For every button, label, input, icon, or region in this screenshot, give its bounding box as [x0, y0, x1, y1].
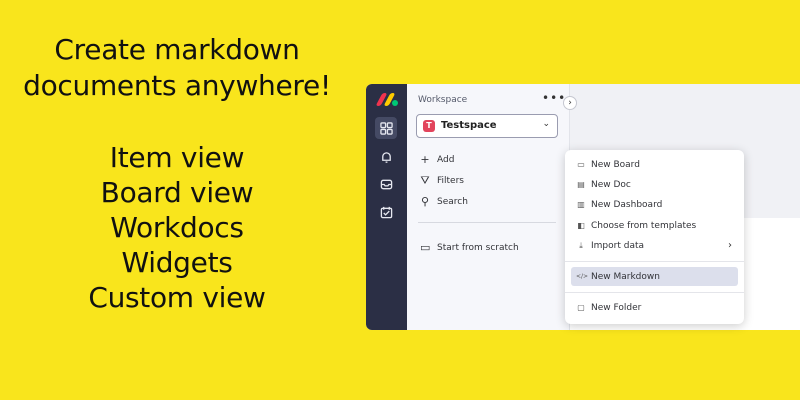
import-icon: ⤓	[579, 240, 583, 250]
feature-item: Item view	[109, 141, 245, 174]
board-icon: ▭	[577, 160, 585, 169]
add-menu: ▭ New Board ▤ New Doc ▥ New Dashboard ◧ …	[565, 150, 744, 324]
workspace-badge: T	[423, 120, 435, 132]
add-button[interactable]: + Add	[420, 153, 454, 166]
start-label: Start from scratch	[437, 242, 519, 253]
search-icon: ⚲	[420, 195, 430, 208]
menu-divider	[565, 292, 744, 293]
bell-icon[interactable]	[375, 146, 397, 168]
menu-item-label: New Folder	[591, 302, 642, 313]
menu-item-new-board[interactable]: ▭ New Board	[571, 155, 738, 174]
menu-item-new-doc[interactable]: ▤ New Doc	[571, 175, 738, 194]
headline-line-1: Create markdown	[54, 33, 300, 66]
divider	[418, 222, 556, 223]
menu-item-templates[interactable]: ◧ Choose from templates	[571, 216, 738, 235]
workspace-selector[interactable]: T Testspace ⌄	[416, 114, 558, 138]
monday-logo[interactable]	[375, 92, 398, 106]
dashboard-icon: ▥	[577, 200, 585, 209]
board-icon: ▭	[420, 241, 431, 254]
search-button[interactable]: ⚲ Search	[420, 195, 468, 208]
menu-item-import-data[interactable]: ⤓ Import data ›	[571, 236, 738, 255]
template-icon: ◧	[577, 221, 585, 230]
menu-item-label: Import data	[591, 240, 645, 251]
inbox-icon[interactable]	[375, 173, 397, 195]
menu-item-label: New Board	[591, 159, 640, 170]
add-label: Add	[437, 154, 455, 165]
menu-item-label: New Markdown	[591, 271, 660, 282]
workspace-panel: Workspace ••• T Testspace ⌄ + Add ⛛ Filt…	[407, 84, 570, 330]
feature-item: Workdocs	[110, 211, 244, 244]
code-icon: </>	[576, 273, 589, 280]
chevron-right-icon: ›	[728, 240, 732, 251]
menu-item-new-dashboard[interactable]: ▥ New Dashboard	[571, 195, 738, 214]
grid-icon[interactable]	[375, 117, 397, 139]
promo-text: Create markdown documents anywhere! Item…	[0, 32, 354, 315]
headline-line-2: documents anywhere!	[23, 69, 331, 102]
feature-item: Custom view	[88, 281, 266, 314]
plus-icon: +	[420, 153, 430, 166]
chevron-down-icon: ⌄	[542, 119, 550, 129]
menu-item-label: New Doc	[591, 179, 631, 190]
feature-item: Board view	[100, 176, 254, 209]
filters-button[interactable]: ⛛ Filters	[420, 174, 464, 188]
filters-label: Filters	[437, 176, 464, 186]
filter-icon: ⛛	[420, 174, 430, 187]
start-from-scratch-button[interactable]: ▭ Start from scratch	[420, 241, 519, 254]
feature-item: Widgets	[121, 246, 233, 279]
menu-item-label: New Dashboard	[591, 199, 663, 210]
collapse-panel-icon[interactable]: ›	[563, 96, 577, 110]
menu-divider	[565, 261, 744, 262]
left-rail	[366, 84, 407, 330]
search-label: Search	[437, 196, 468, 207]
feature-list: Item view Board view Workdocs Widgets Cu…	[0, 140, 354, 315]
workspace-title: Workspace	[418, 95, 468, 105]
menu-item-new-markdown[interactable]: </> New Markdown	[571, 267, 738, 286]
doc-icon: ▤	[577, 180, 585, 189]
workspace-name: Testspace	[441, 120, 497, 131]
checkbox-icon[interactable]	[375, 201, 397, 223]
menu-item-label: Choose from templates	[591, 220, 697, 231]
folder-icon: ▢	[577, 303, 585, 312]
menu-item-new-folder[interactable]: ▢ New Folder	[571, 298, 738, 317]
